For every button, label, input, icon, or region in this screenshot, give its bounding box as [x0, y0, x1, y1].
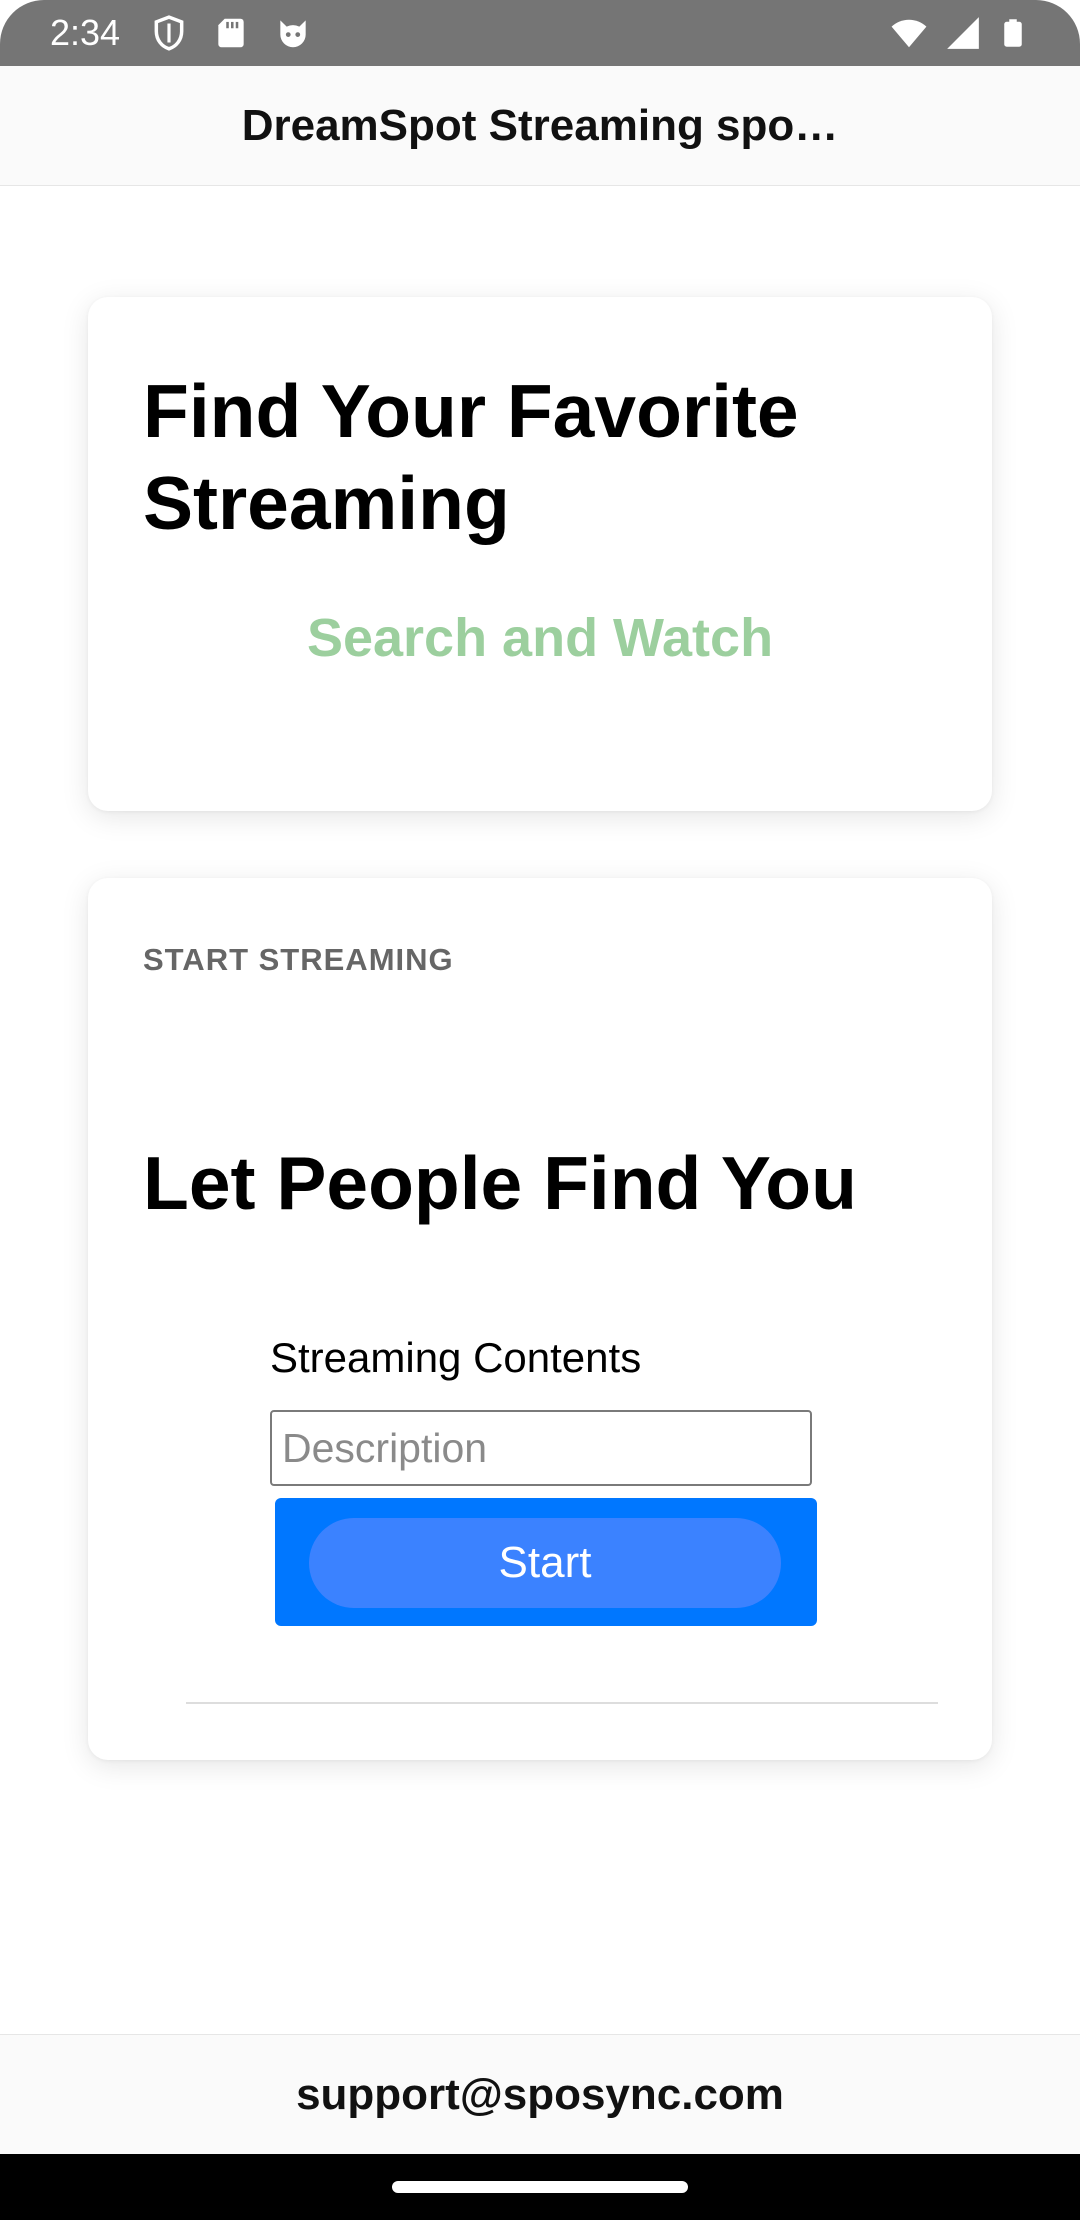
status-left-icons [150, 14, 312, 52]
hero-title: Find Your Favorite Streaming [143, 369, 799, 545]
cellular-signal-icon [947, 17, 979, 49]
home-gesture-handle[interactable] [392, 2181, 688, 2193]
app-bar: DreamSpot Streaming spo… [0, 66, 1080, 186]
app-title: DreamSpot Streaming spo… [241, 100, 839, 150]
start-streaming-card: START STREAMING Let People Find You Stre… [88, 878, 992, 1760]
status-time: 2:34 [50, 12, 121, 53]
search-and-watch-link[interactable]: Search and Watch [88, 607, 992, 669]
hero-card: Find Your Favorite Streaming Search and … [88, 297, 992, 811]
wifi-icon [891, 19, 927, 48]
section-label: START STREAMING [143, 942, 454, 977]
start-button-label: Start [309, 1518, 781, 1608]
battery-icon [1004, 19, 1022, 47]
screen: 2:34 DreamSpot Streaming spo… Find Your … [0, 0, 1080, 2220]
support-email-link[interactable]: support@sposync.com [296, 2070, 784, 2120]
stream-title: Let People Find You [143, 1141, 857, 1225]
navigation-bar [0, 2154, 1080, 2220]
shield-icon [154, 15, 184, 51]
streaming-contents-label: Streaming Contents [270, 1334, 642, 1381]
description-input[interactable] [270, 1410, 812, 1486]
cat-face-icon [280, 20, 306, 48]
status-bar: 2:34 [0, 0, 1080, 66]
start-button[interactable]: Start [275, 1498, 817, 1626]
status-right-icons [890, 14, 1028, 52]
card-divider [186, 1702, 938, 1704]
footer-bar: support@sposync.com [0, 2034, 1080, 2154]
sd-card-icon [218, 18, 244, 48]
